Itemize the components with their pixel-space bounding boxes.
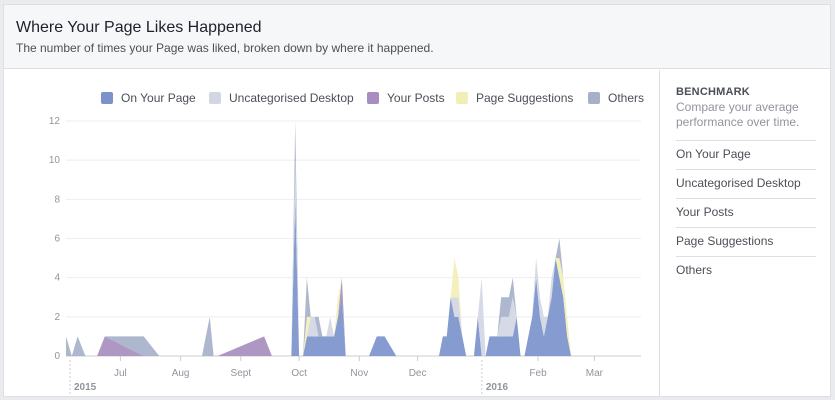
legend-label: Uncategorised Desktop [229, 91, 354, 105]
page-subtitle: The number of times your Page was liked,… [16, 41, 434, 55]
benchmark-item-others[interactable]: Others [676, 256, 816, 285]
legend-label: Others [608, 91, 644, 105]
y-tick-label: 0 [54, 351, 60, 362]
year-label: 2016 [486, 382, 509, 393]
y-tick-label: 10 [49, 155, 61, 166]
benchmark-item-page-suggestions[interactable]: Page Suggestions [676, 227, 816, 256]
x-tick-label: Feb [529, 368, 547, 379]
page-title: Where Your Page Likes Happened [16, 19, 262, 36]
likes-card: Where Your Page Likes Happened The numbe… [3, 4, 831, 397]
legend-swatch [209, 92, 221, 104]
x-tick-label: Sept [231, 368, 252, 379]
legend-label: On Your Page [121, 91, 196, 105]
legend-swatch [101, 92, 113, 104]
legend-swatch [367, 92, 379, 104]
x-tick-label: Nov [350, 368, 368, 379]
chart-area: 0 2 4 6 8 10 12 Jul Aug Sept Oct Nov Dec Feb Mar 2015 20… [4, 70, 659, 396]
benchmark-description: Compare your average performance over ti… [676, 100, 800, 129]
y-tick-label: 2 [54, 312, 60, 323]
x-tick-label: Mar [586, 368, 604, 379]
x-tick-label: Jul [114, 368, 127, 379]
benchmark-item-on-your-page[interactable]: On Your Page [676, 140, 816, 169]
series-area [66, 160, 591, 356]
y-tick-label: 6 [54, 234, 60, 245]
benchmark-title: BENCHMARK [676, 86, 750, 98]
x-tick-label: Aug [172, 368, 190, 379]
year-label: 2015 [74, 382, 97, 393]
y-tick-label: 12 [49, 116, 61, 127]
legend-swatch [456, 92, 468, 104]
x-tick-label: Dec [409, 368, 427, 379]
y-tick-label: 8 [54, 194, 60, 205]
legend-label: Your Posts [387, 91, 445, 105]
card-header: Where Your Page Likes Happened The numbe… [4, 5, 830, 69]
y-tick-label: 4 [54, 273, 60, 284]
benchmark-item-uncategorised-desktop[interactable]: Uncategorised Desktop [676, 169, 816, 198]
benchmark-list: On Your Page Uncategorised Desktop Your … [676, 140, 816, 285]
benchmark-item-your-posts[interactable]: Your Posts [676, 198, 816, 227]
x-tick-label: Oct [291, 368, 307, 379]
legend-label: Page Suggestions [476, 91, 573, 105]
likes-area-chart: 0 2 4 6 8 10 12 Jul Aug Sept Oct Nov Dec Feb Mar 2015 20… [49, 91, 644, 394]
legend-swatch [588, 92, 600, 104]
benchmark-panel: BENCHMARK Compare your average performan… [659, 70, 830, 396]
